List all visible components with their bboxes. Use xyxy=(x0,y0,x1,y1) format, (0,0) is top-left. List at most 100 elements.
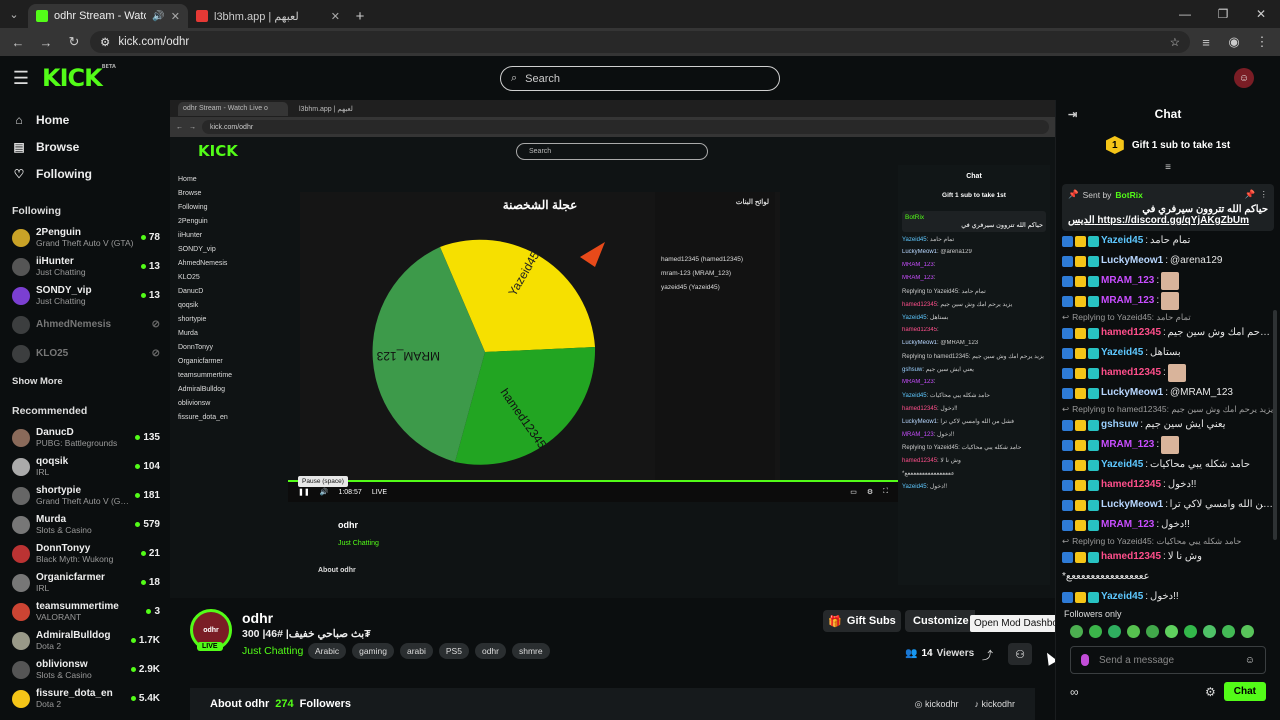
menu-icon[interactable]: ☰ xyxy=(0,68,42,89)
pinned-user[interactable]: BotRix xyxy=(1115,190,1142,200)
minimize-icon[interactable]: — xyxy=(1166,7,1204,21)
gift-leaderboard[interactable]: 1 Gift 1 sub to take 1st xyxy=(1056,128,1280,162)
chat-username[interactable]: hamed12345 xyxy=(902,327,937,333)
stream-tag[interactable]: shmre xyxy=(511,643,550,659)
search-input[interactable]: ⌕ Search xyxy=(500,66,780,91)
stream-tag[interactable]: odhr xyxy=(474,643,506,659)
video-player[interactable]: odhr Stream - Watch Live o l3bhm.app | ل… xyxy=(170,100,1055,598)
sidebar-channel[interactable]: 2Penguin Grand Theft Auto V (GTA) 78 xyxy=(0,223,170,252)
emote-icon[interactable] xyxy=(1146,625,1159,638)
sidebar-channel[interactable]: shortypie Grand Theft Auto V (GT... 181 xyxy=(0,481,170,510)
maximize-icon[interactable]: ❐ xyxy=(1204,7,1242,21)
chat-username[interactable]: hamed12345 xyxy=(902,406,937,412)
close-window-icon[interactable]: ✕ xyxy=(1242,7,1280,21)
sidebar-channel[interactable]: AhmedNemesis ⊘ xyxy=(0,310,170,339)
emote-icon[interactable] xyxy=(1184,625,1197,638)
sidebar-channel[interactable]: qoqsik IRL 104 xyxy=(0,452,170,481)
reload-icon[interactable]: ↻ xyxy=(62,30,86,54)
chat-username[interactable]: Yazeid45 xyxy=(902,237,927,243)
sidebar-channel[interactable]: DanucD PUBG: Battlegrounds 135 xyxy=(0,423,170,452)
sidebar-channel[interactable]: DonnTonyy Black Myth: Wukong 21 xyxy=(0,539,170,568)
chat-username[interactable]: gshsuw xyxy=(1101,419,1138,431)
emote-icon[interactable] xyxy=(1165,625,1178,638)
chat-username[interactable]: Yazeid45 xyxy=(1101,591,1143,603)
chat-username[interactable]: MRAM_123 xyxy=(1101,295,1154,307)
mod-dashboard-button[interactable]: ⚇ xyxy=(1008,643,1032,665)
kick-logo[interactable]: KICKBETA xyxy=(42,64,116,92)
sidebar-item-home[interactable]: ⌂ Home xyxy=(0,106,170,133)
browser-menu-icon[interactable]: ⋮ xyxy=(1250,30,1274,54)
chat-username[interactable]: LuckyMeow1 xyxy=(1101,499,1163,511)
emoji-picker-icon[interactable]: ☺ xyxy=(1245,655,1255,666)
sidebar-item-browse[interactable]: ▤ Browse xyxy=(0,133,170,160)
chat-username[interactable]: MRAM_123 xyxy=(902,275,934,281)
chat-username[interactable]: MRAM_123 xyxy=(1101,439,1154,451)
chat-settings-icon[interactable]: ⚙ xyxy=(1205,685,1216,699)
tab-close-icon[interactable]: ✕ xyxy=(171,10,180,23)
volume-icon[interactable]: 🔊 xyxy=(320,488,329,496)
sidebar-channel[interactable]: oblivionsw Slots & Casino 2.9K xyxy=(0,655,170,684)
stream-category-link[interactable]: Just Chatting xyxy=(242,645,303,657)
chat-send-button[interactable]: Chat xyxy=(1223,682,1266,701)
pause-icon[interactable]: ❚❚ xyxy=(298,488,310,496)
chat-username[interactable]: MRAM_123 xyxy=(902,379,934,385)
chat-username[interactable]: MRAM_123 xyxy=(1101,275,1154,287)
emote-icon[interactable] xyxy=(1089,625,1102,638)
gift-subs-button[interactable]: 🎁 Gift Subs xyxy=(823,610,901,632)
sidebar-channel[interactable]: KLO25 ⊘ xyxy=(0,339,170,368)
pinned-menu-icon[interactable]: ⋮ xyxy=(1260,189,1269,200)
emote-icon[interactable] xyxy=(1222,625,1235,638)
chat-username[interactable]: LuckyMeow1 xyxy=(902,419,937,425)
emote-icon[interactable] xyxy=(1127,625,1140,638)
sidebar-channel[interactable]: iiHunter Just Chatting 13 xyxy=(0,252,170,281)
instagram-link[interactable]: ◎ kickodhr xyxy=(915,699,959,710)
tiktok-link[interactable]: ♪ kickodhr xyxy=(974,699,1015,710)
chat-username[interactable]: MRAM_123 xyxy=(902,262,934,268)
pinned-link[interactable]: الديس https://discord.gg/qYjAKgZbUm xyxy=(1068,215,1268,226)
share-icon[interactable]: ⤴ xyxy=(982,647,993,663)
back-icon[interactable]: ← xyxy=(6,30,30,54)
chat-username[interactable]: hamed12345 xyxy=(1101,551,1161,563)
chat-username[interactable]: hamed12345 xyxy=(902,458,937,464)
chat-username[interactable]: LuckyMeow1 xyxy=(902,340,937,346)
sidebar-channel[interactable]: teamsummertime VALORANT 3 xyxy=(0,597,170,626)
chat-filter-icon[interactable]: ≡ xyxy=(1056,162,1280,176)
theater-mode-icon[interactable]: ▭ xyxy=(850,488,857,496)
collapse-chat-icon[interactable]: ⇥ xyxy=(1068,108,1077,121)
profile-icon[interactable]: ◉ xyxy=(1222,30,1246,54)
audio-icon[interactable]: 🔊 xyxy=(152,11,164,22)
fullscreen-icon[interactable]: ⛶ xyxy=(883,488,888,496)
show-more-button[interactable]: Show More xyxy=(0,368,170,395)
chat-username[interactable]: Yazeid45 xyxy=(902,315,927,321)
stream-tag[interactable]: arabi xyxy=(399,643,433,659)
emote-icon[interactable] xyxy=(1070,625,1083,638)
new-tab-icon[interactable]: + xyxy=(348,4,372,28)
browser-tab-kick[interactable]: odhr Stream - Watch Live o 🔊 ✕ xyxy=(28,4,188,28)
streamer-name[interactable]: odhr xyxy=(242,610,273,626)
chat-username[interactable]: Yazeid45 xyxy=(1101,347,1143,359)
browser-tab-l3bhm[interactable]: l3bhm.app | لعبهم ✕ xyxy=(188,4,348,28)
settings-icon[interactable]: ⚙ xyxy=(867,488,873,496)
chat-username[interactable]: hamed12345 xyxy=(1101,479,1161,491)
site-info-icon[interactable]: ⚙ xyxy=(100,35,110,49)
user-avatar[interactable]: ☺ xyxy=(1234,68,1254,88)
sidebar-channel[interactable]: AdmiralBulldog Dota 2 1.7K xyxy=(0,626,170,655)
sidebar-channel[interactable]: fissure_dota_en Dota 2 5.4K xyxy=(0,684,170,713)
bookmark-star-icon[interactable]: ☆ xyxy=(1170,35,1180,49)
chat-username[interactable]: Yazeid45 xyxy=(902,484,927,490)
forward-icon[interactable]: → xyxy=(34,30,58,54)
chat-username[interactable]: LuckyMeow1 xyxy=(1101,255,1163,267)
extensions-icon[interactable]: ≡ xyxy=(1194,30,1218,54)
sidebar-channel[interactable]: Murda Slots & Casino 579 xyxy=(0,510,170,539)
customize-channel-button[interactable]: Customize channel xyxy=(905,610,975,632)
emote-icon[interactable] xyxy=(1203,625,1216,638)
channel-points-icon[interactable]: ∞ xyxy=(1070,685,1079,699)
chat-username[interactable]: MRAM_123 xyxy=(1101,519,1154,531)
stream-tag[interactable]: gaming xyxy=(352,643,394,659)
emote-icon[interactable] xyxy=(1241,625,1254,638)
emote-icon[interactable] xyxy=(1108,625,1121,638)
chat-scrollbar[interactable] xyxy=(1273,310,1277,540)
unpin-icon[interactable]: 📌 xyxy=(1245,189,1256,200)
chat-username[interactable]: Yazeid45 xyxy=(1101,459,1143,471)
chat-username[interactable]: MRAM_123 xyxy=(902,432,934,438)
